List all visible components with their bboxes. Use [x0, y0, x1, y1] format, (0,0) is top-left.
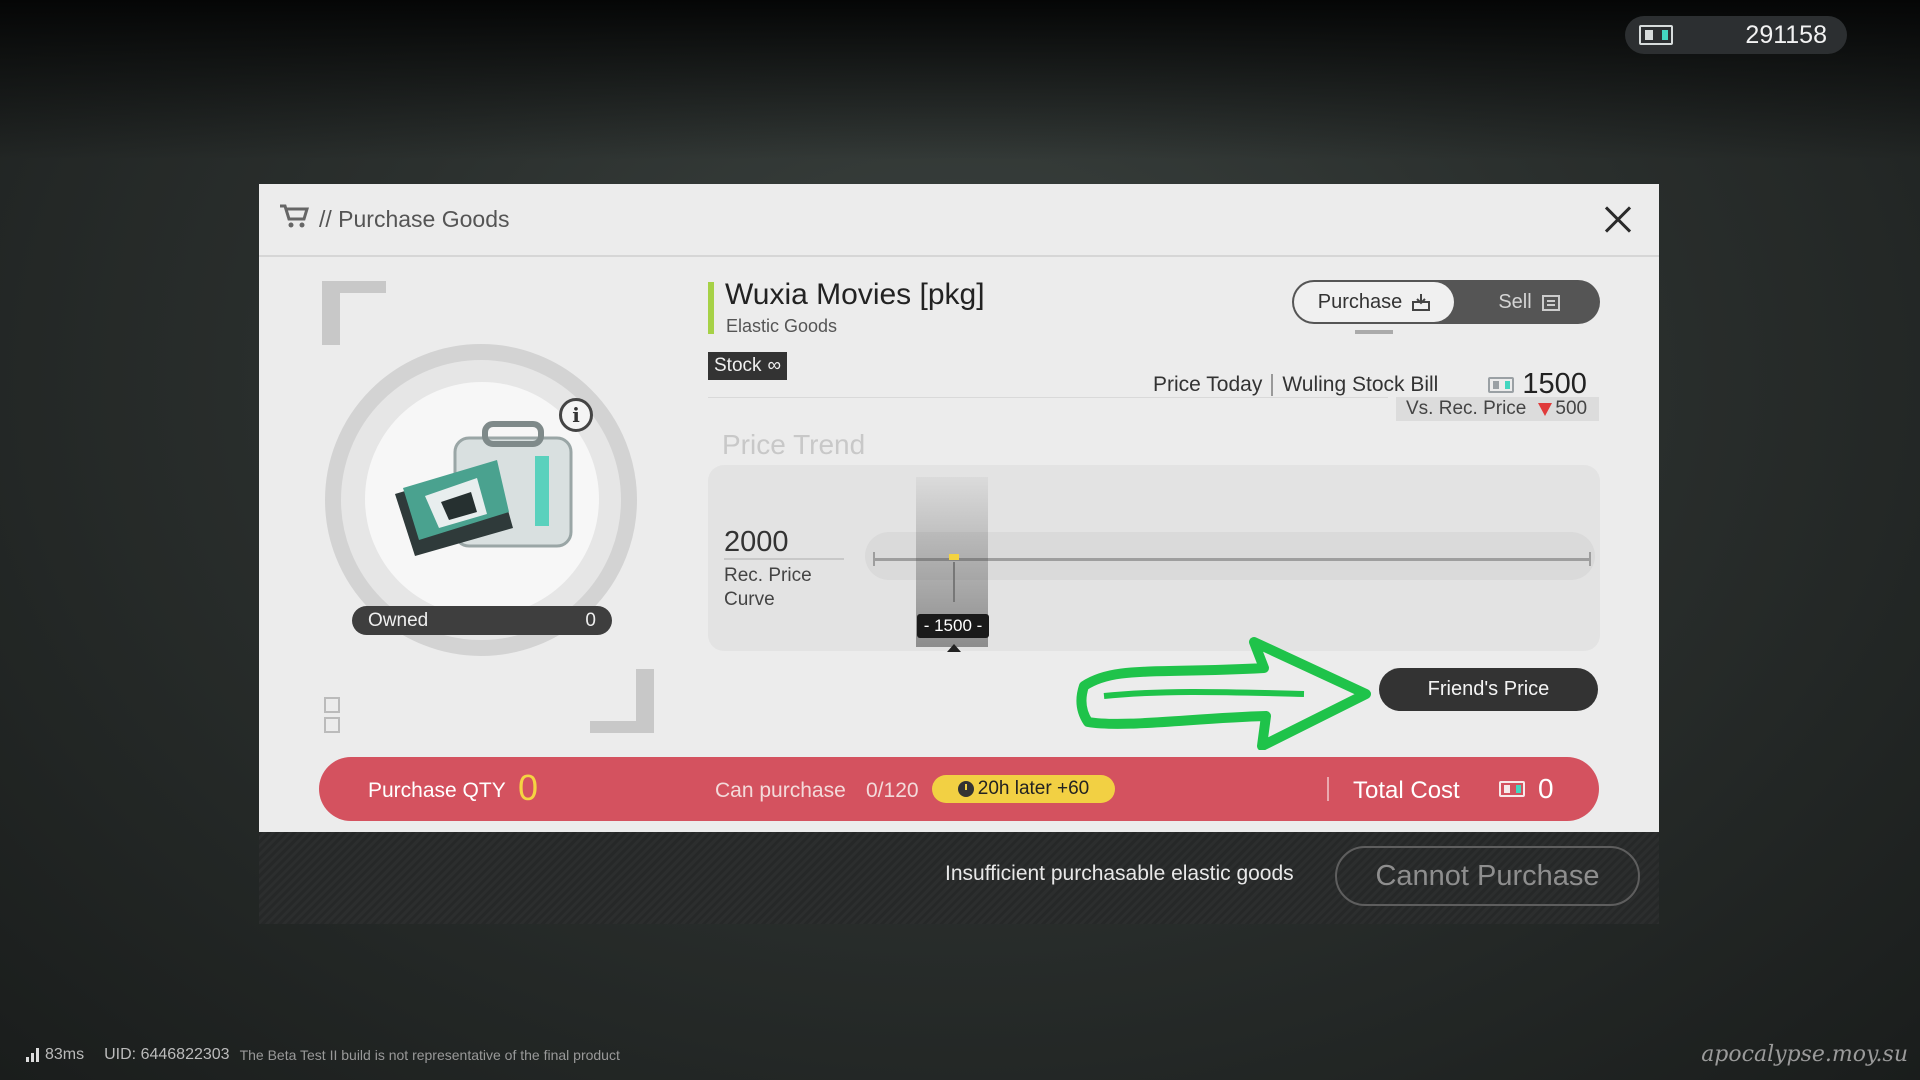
wuling-stock-bill-icon: [1499, 781, 1525, 797]
wuling-stock-bill-icon: [1488, 376, 1515, 393]
separator: [1327, 777, 1329, 801]
separator: [1271, 373, 1274, 396]
infinity-icon: ∞: [767, 355, 782, 376]
item-name: Wuxia Movies [pkg]: [725, 278, 985, 311]
toggle-indicator: [1355, 330, 1393, 334]
total-cost-value: 0: [1538, 773, 1554, 804]
curve-start-tick: [873, 552, 875, 566]
currency-name: Wuling Stock Bill: [1282, 372, 1439, 396]
price-slider-stem: [953, 562, 955, 602]
dialog-footer: Insufficient purchasable elastic goods C…: [259, 832, 1659, 924]
price-slider-thumb[interactable]: [949, 554, 959, 560]
owned-label: Owned: [368, 609, 429, 631]
vs-rec-value: 500: [1555, 398, 1588, 419]
close-button[interactable]: [1597, 200, 1637, 240]
rec-divider: [724, 558, 844, 560]
cannot-purchase-button[interactable]: Cannot Purchase: [1335, 846, 1640, 906]
purchase-qty-value[interactable]: 0: [518, 767, 538, 809]
curve-end-tick: [1589, 552, 1591, 566]
purchase-tab[interactable]: Purchase: [1294, 282, 1454, 322]
purchase-dialog: // Purchase Goods i Owned 0 Wuxia Movies…: [259, 184, 1659, 924]
cart-icon: [279, 203, 315, 236]
owned-value: 0: [585, 609, 596, 631]
sell-tab-label: Sell: [1498, 290, 1532, 313]
purchase-icon: [1412, 294, 1431, 311]
wuling-stock-bill-icon: [1639, 25, 1673, 45]
price-today-label: Price Today: [1153, 372, 1263, 396]
vs-rec-label: Vs. Rec. Price: [1406, 398, 1527, 419]
status-bar: 83ms UID: 6446822303 The Beta Test II bu…: [26, 1046, 620, 1064]
can-purchase-value: 0/120: [866, 779, 919, 802]
item-category: Elastic Goods: [726, 316, 838, 336]
stock-badge: Stock ∞: [708, 352, 788, 380]
signal-icon: [26, 1048, 39, 1062]
rec-price-value: 2000: [724, 526, 789, 558]
purchase-sell-toggle: Purchase Sell: [1292, 280, 1600, 324]
frame-corner: [590, 669, 654, 733]
purchase-qty-bar: Purchase QTY 0 Can purchase 0/120 20h la…: [319, 757, 1599, 821]
current-price-marker: - 1500 -: [917, 614, 989, 638]
friends-price-button[interactable]: Friend's Price: [1379, 668, 1598, 711]
watermark: apocalypse.moy.su: [1701, 1042, 1908, 1067]
sell-tab[interactable]: Sell: [1464, 282, 1594, 322]
annotation-arrow: [1076, 637, 1371, 750]
purchase-qty-label: Purchase QTY: [368, 779, 506, 802]
page-indicator[interactable]: [324, 697, 340, 713]
down-arrow-icon: [1538, 402, 1553, 416]
dialog-header: // Purchase Goods: [259, 184, 1659, 257]
currency-value: 291158: [1745, 20, 1827, 49]
ping-value: 83ms: [45, 1046, 85, 1063]
purchase-tab-label: Purchase: [1317, 290, 1403, 313]
info-icon[interactable]: i: [559, 398, 593, 432]
stock-label: Stock: [714, 355, 762, 376]
footer-message: Insufficient purchasable elastic goods: [945, 862, 1294, 885]
vs-rec-price: Vs. Rec. Price 500: [1396, 397, 1599, 421]
sell-icon: [1541, 295, 1560, 311]
rec-price-label: Rec. Price Curve: [724, 565, 812, 610]
frame-corner: [322, 281, 386, 345]
dialog-title: // Purchase Goods: [319, 206, 510, 232]
refresh-text: 20h later +60: [977, 778, 1090, 799]
item-image: [395, 421, 573, 556]
accent-bar: [708, 282, 714, 334]
owned-badge: Owned 0: [352, 606, 612, 635]
currency-display: 291158: [1625, 16, 1847, 54]
page-indicator[interactable]: [324, 717, 340, 733]
clock-icon: [957, 781, 974, 797]
uid-label: UID: 6446822303: [104, 1046, 230, 1063]
can-purchase-label: Can purchase: [715, 779, 846, 802]
marker-pointer-icon: [947, 644, 961, 652]
total-cost-label: Total Cost: [1353, 777, 1460, 804]
beta-notice: The Beta Test II build is not representa…: [239, 1047, 620, 1063]
price-trend-title: Price Trend: [722, 429, 866, 460]
refresh-badge: 20h later +60: [932, 775, 1115, 803]
